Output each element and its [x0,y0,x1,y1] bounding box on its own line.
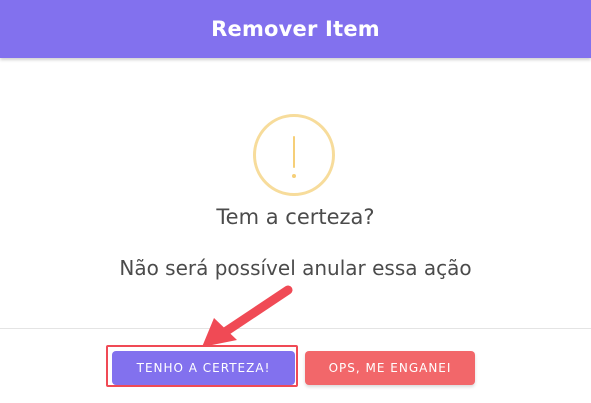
exclamation-bar [293,136,295,168]
dialog-title: Remover Item [211,17,380,41]
annotation-arrow-icon [202,285,293,347]
exclamation-dot [292,174,296,178]
dialog-header: Remover Item [0,0,591,58]
cancel-button[interactable]: OPS, ME ENGANEI [305,351,475,385]
warning-exclamation-icon [253,114,335,196]
warning-message: Não será possível anular essa ação [119,256,472,280]
confirm-question: Tem a certeza? [216,205,375,229]
